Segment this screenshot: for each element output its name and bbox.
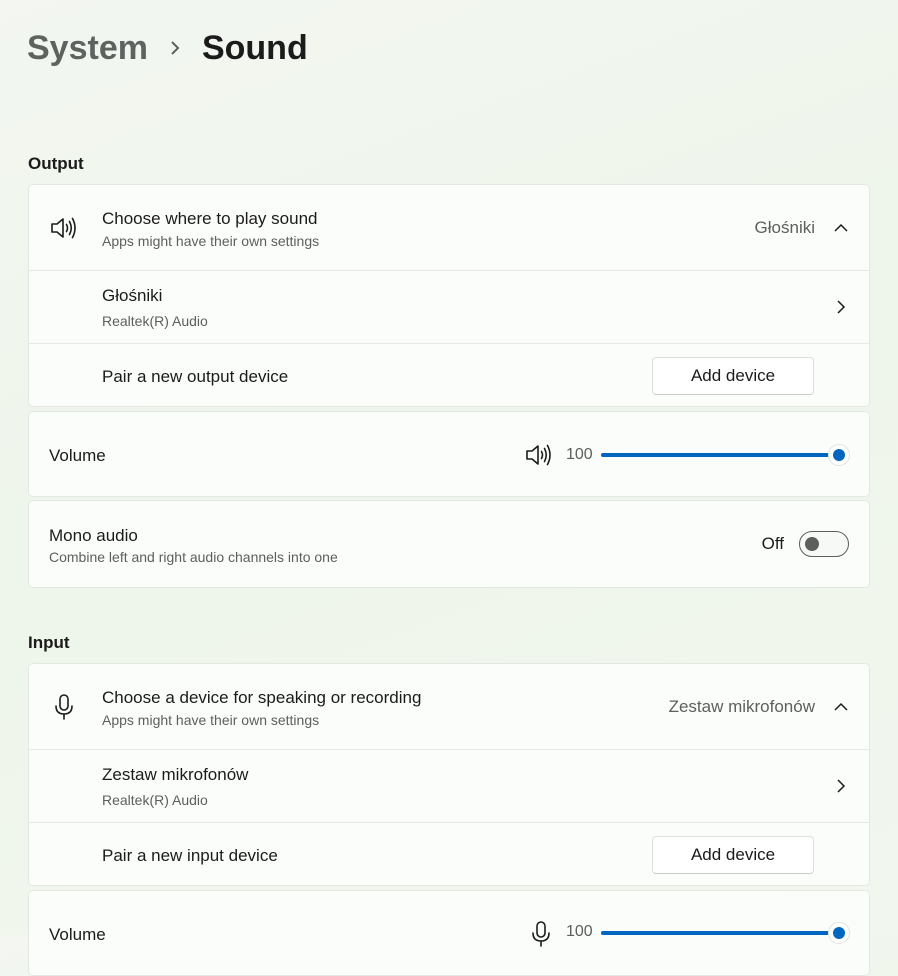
- microphone-icon: [49, 692, 79, 722]
- output-choose-subtitle: Apps might have their own settings: [102, 233, 320, 249]
- breadcrumb: System Sound: [27, 26, 308, 70]
- input-volume-value: 100: [566, 923, 593, 940]
- page-title: Sound: [201, 29, 308, 67]
- output-section-title: Output: [28, 154, 84, 173]
- chevron-right-icon: [833, 778, 849, 794]
- input-section-title: Input: [28, 633, 70, 652]
- input-volume-card: Volume 100: [28, 890, 870, 976]
- output-volume-slider[interactable]: [601, 453, 829, 457]
- mono-audio-state: Off: [761, 534, 784, 553]
- output-device-driver: Realtek(R) Audio: [102, 313, 208, 329]
- input-device-card: Choose a device for speaking or recordin…: [28, 663, 870, 886]
- output-volume-thumb[interactable]: [828, 444, 850, 466]
- output-choose-title: Choose where to play sound: [102, 209, 318, 228]
- input-add-device-button[interactable]: Add device: [652, 836, 814, 874]
- chevron-up-icon[interactable]: [833, 220, 849, 236]
- input-choose-row[interactable]: Choose a device for speaking or recordin…: [29, 664, 869, 750]
- input-pair-row: Pair a new input device Add device: [29, 823, 869, 885]
- output-volume-label: Volume: [49, 446, 106, 465]
- breadcrumb-system[interactable]: System: [27, 26, 148, 70]
- input-volume-slider[interactable]: [601, 931, 829, 935]
- output-add-device-button[interactable]: Add device: [652, 357, 814, 395]
- output-choose-row[interactable]: Choose where to play sound Apps might ha…: [29, 185, 869, 271]
- mono-audio-title: Mono audio: [49, 526, 138, 545]
- input-pair-label: Pair a new input device: [102, 846, 278, 865]
- toggle-knob: [805, 537, 819, 551]
- speaker-icon: [49, 213, 79, 243]
- output-pair-row: Pair a new output device Add device: [29, 344, 869, 406]
- speaker-icon[interactable]: [525, 443, 553, 472]
- input-volume-label: Volume: [49, 925, 106, 944]
- input-device-row[interactable]: Zestaw mikrofonów Realtek(R) Audio: [29, 750, 869, 823]
- chevron-up-icon[interactable]: [833, 699, 849, 715]
- input-volume-thumb[interactable]: [828, 922, 850, 944]
- input-device-name: Zestaw mikrofonów: [102, 765, 249, 784]
- output-pair-label: Pair a new output device: [102, 367, 289, 386]
- input-choose-title: Choose a device for speaking or recordin…: [102, 688, 422, 707]
- chevron-right-icon: [833, 299, 849, 315]
- output-device-row[interactable]: Głośniki Realtek(R) Audio: [29, 271, 869, 344]
- microphone-icon[interactable]: [529, 920, 553, 953]
- mono-audio-subtitle: Combine left and right audio channels in…: [49, 549, 338, 565]
- mono-audio-toggle[interactable]: [799, 531, 849, 557]
- output-device-card: Choose where to play sound Apps might ha…: [28, 184, 870, 407]
- mono-audio-card: Mono audio Combine left and right audio …: [28, 500, 870, 588]
- input-choose-subtitle: Apps might have their own settings: [102, 712, 320, 728]
- output-volume-card: Volume 100: [28, 411, 870, 497]
- chevron-right-icon: [148, 40, 202, 56]
- input-selected-device: Zestaw mikrofonów: [668, 696, 815, 716]
- output-volume-value: 100: [566, 446, 593, 463]
- output-selected-device: Głośniki: [754, 217, 815, 237]
- input-device-driver: Realtek(R) Audio: [102, 792, 208, 808]
- output-device-name: Głośniki: [102, 286, 163, 305]
